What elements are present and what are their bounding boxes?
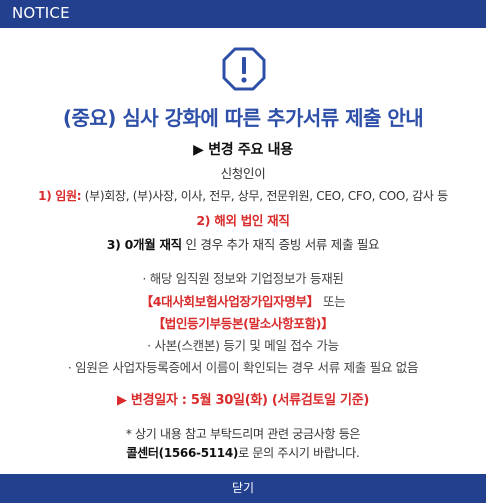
contact-note-rest: 로 문의 주시기 바랍니다. xyxy=(238,446,360,460)
officer-label: 1) 임원: xyxy=(38,189,82,203)
bullet-registry-doc: 【법인등기부등본(말소사항포함)】 xyxy=(152,316,334,331)
zero-month-label: 3) 0개월 재직 xyxy=(106,237,182,252)
call-center-number: 콜센터(1566-5114) xyxy=(126,446,239,460)
bullet-executive-exempt: · 임원은 사업자등록증에서 이름이 확인되는 경우 서류 제출 필요 없음 xyxy=(67,360,419,375)
close-button[interactable]: 닫기 xyxy=(0,474,486,503)
notice-title: (중요) 심사 강화에 따른 추가서류 제출 안내 xyxy=(62,106,424,130)
change-date-line: ▶ 변경일자 : 5월 30일(화) (서류검토일 기준) xyxy=(117,393,369,408)
insurance-doc-name: 【4대사회보험사업장가입자명부】 xyxy=(140,294,320,309)
bullet-insurance-doc: 【4대사회보험사업장가입자명부】 또는 xyxy=(0,291,486,310)
officer-text: (부)회장, (부)사장, 이사, 전무, 상무, 전문위원, CEO, CFO… xyxy=(81,189,448,203)
or-text: 또는 xyxy=(323,294,346,309)
overseas-line: 2) 해외 법인 재직 xyxy=(196,213,290,228)
zero-month-line: 3) 0개월 재직 인 경우 추가 재직 증빙 서류 제출 필요 xyxy=(0,234,486,253)
notice-header-bar: NOTICE xyxy=(0,0,486,28)
notice-header-title: NOTICE xyxy=(12,4,70,22)
warning-octagon-icon xyxy=(221,46,267,92)
bullet-scan-accept: · 사본(스캔본) 등기 및 메일 접수 가능 xyxy=(147,338,339,353)
zero-month-text: 인 경우 추가 재직 증빙 서류 제출 필요 xyxy=(181,237,380,252)
contact-note-line1: * 상기 내용 참고 부탁드리며 관련 궁금사항 등은 xyxy=(125,427,361,441)
contact-note-line2: 콜센터(1566-5114)로 문의 주시기 바랍니다. xyxy=(0,444,486,461)
change-subheading: ▶ 변경 주요 내용 xyxy=(193,142,293,158)
officer-line: 1) 임원: (부)회장, (부)사장, 이사, 전무, 상무, 전문위원, C… xyxy=(0,187,486,204)
target-text: 신청인이 xyxy=(220,166,266,181)
bullet-docs-intro: · 해당 임직원 정보와 기업정보가 등재된 xyxy=(142,271,344,286)
